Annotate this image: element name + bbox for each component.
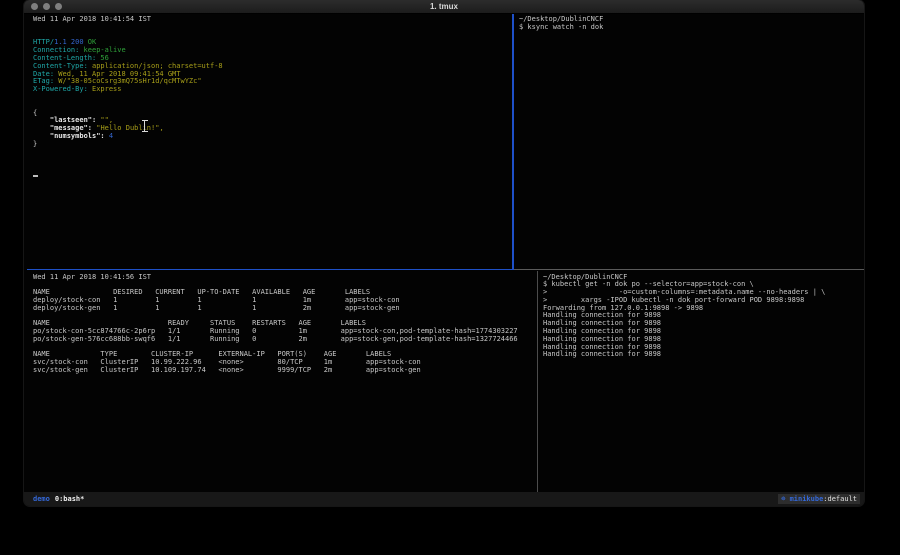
json-brace-line: } <box>33 141 520 149</box>
header-value: 56 <box>100 54 108 62</box>
kube-context: minikube <box>790 495 824 503</box>
pane-ksync-watch[interactable]: ~/Desktop/DublinCNCF$ ksync watch -n dok <box>515 14 864 270</box>
pane-http-response[interactable]: Wed 11 Apr 2018 10:41:54 IST HTTP/1.1 20… <box>24 14 520 270</box>
session-name: demo <box>33 495 50 503</box>
header-name: Content-Length: <box>33 54 96 62</box>
header-value: W/"38-05coCsrg3mQ75sHr1d/qcMTwYZc" <box>58 77 201 85</box>
http-version-status: 1.1 200 <box>54 38 84 46</box>
blank-line <box>33 149 520 157</box>
status-right: ☸ minikube:default <box>778 494 860 504</box>
blank-line <box>33 156 520 164</box>
blank-line <box>33 164 520 172</box>
pane-divider-vertical-top[interactable] <box>512 14 514 270</box>
pane-divider-vertical-bottom[interactable] <box>537 271 538 493</box>
terminal-line: po/stock-gen-576cc688bb-swqf6 1/1 Runnin… <box>33 336 545 344</box>
blank-line <box>33 32 520 40</box>
terminal-line: Handling connection for 9898 <box>543 351 864 359</box>
blank-line <box>33 24 520 32</box>
window-title: 1. tmux <box>24 1 864 13</box>
status-left: demo 0:bash* <box>33 492 84 506</box>
window-tab[interactable]: 0:bash* <box>55 495 85 503</box>
json-brace: { <box>33 109 37 117</box>
tmux-content: Wed 11 Apr 2018 10:41:54 IST HTTP/1.1 20… <box>24 14 864 492</box>
json-key: "lastseen": <box>33 116 96 124</box>
json-value: "Hello Dublin!", <box>92 124 164 132</box>
terminal-window: 1. tmux Wed 11 Apr 2018 10:41:54 IST HTT… <box>24 0 864 506</box>
header-name: X-Powered-By: <box>33 85 88 93</box>
header-value: application/json; charset=utf-8 <box>92 62 223 70</box>
json-brace: } <box>33 140 37 148</box>
http-proto: HTTP/ <box>33 38 54 46</box>
mouse-ibeam-cursor <box>141 120 148 132</box>
header-value: keep-alive <box>84 46 126 54</box>
kube-namespace: :default <box>823 495 857 503</box>
timestamp-text: Wed 11 Apr 2018 10:41:54 IST <box>33 15 151 23</box>
blank-line <box>33 102 520 110</box>
pane-divider-horizontal-left[interactable] <box>27 269 514 271</box>
pane-kubectl-get[interactable]: Wed 11 Apr 2018 10:41:56 IST NAME DESIRE… <box>24 271 545 492</box>
window-titlebar[interactable]: 1. tmux <box>24 0 864 14</box>
json-value: 4 <box>105 132 113 140</box>
tmux-status-bar: demo 0:bash* ☸ minikube:default <box>24 492 864 506</box>
header-name: Content-Type: <box>33 62 88 70</box>
blank-line <box>33 94 520 102</box>
json-key: "message": <box>33 124 92 132</box>
header-name: ETag: <box>33 77 54 85</box>
header-name: Connection: <box>33 46 79 54</box>
header-name: Date: <box>33 70 54 78</box>
prompt-line <box>33 172 520 180</box>
terminal-line: Wed 11 Apr 2018 10:41:56 IST <box>33 274 545 282</box>
json-value: "", <box>96 116 113 124</box>
json-key: "numsymbols": <box>33 132 105 140</box>
text-cursor <box>33 175 38 178</box>
pane-divider-horizontal-right[interactable] <box>514 269 864 270</box>
terminal-line: $ ksync watch -n dok <box>519 24 864 32</box>
pane-port-forward[interactable]: ~/Desktop/DublinCNCF$ kubectl get -n dok… <box>539 271 864 492</box>
http-reason: OK <box>88 38 96 46</box>
terminal-line: deploy/stock-gen 1 1 1 1 2m app=stock-ge… <box>33 305 545 313</box>
terminal-line: svc/stock-gen ClusterIP 10.109.197.74 <n… <box>33 367 545 375</box>
terminal-line: Wed 11 Apr 2018 10:41:54 IST <box>33 16 520 24</box>
header-value: Express <box>92 85 122 93</box>
header-value: Wed, 11 Apr 2018 09:41:54 GMT <box>58 70 180 78</box>
http-header-line: X-Powered-By: Express <box>33 86 520 94</box>
json-field-line: "numsymbols": 4 <box>33 133 520 141</box>
